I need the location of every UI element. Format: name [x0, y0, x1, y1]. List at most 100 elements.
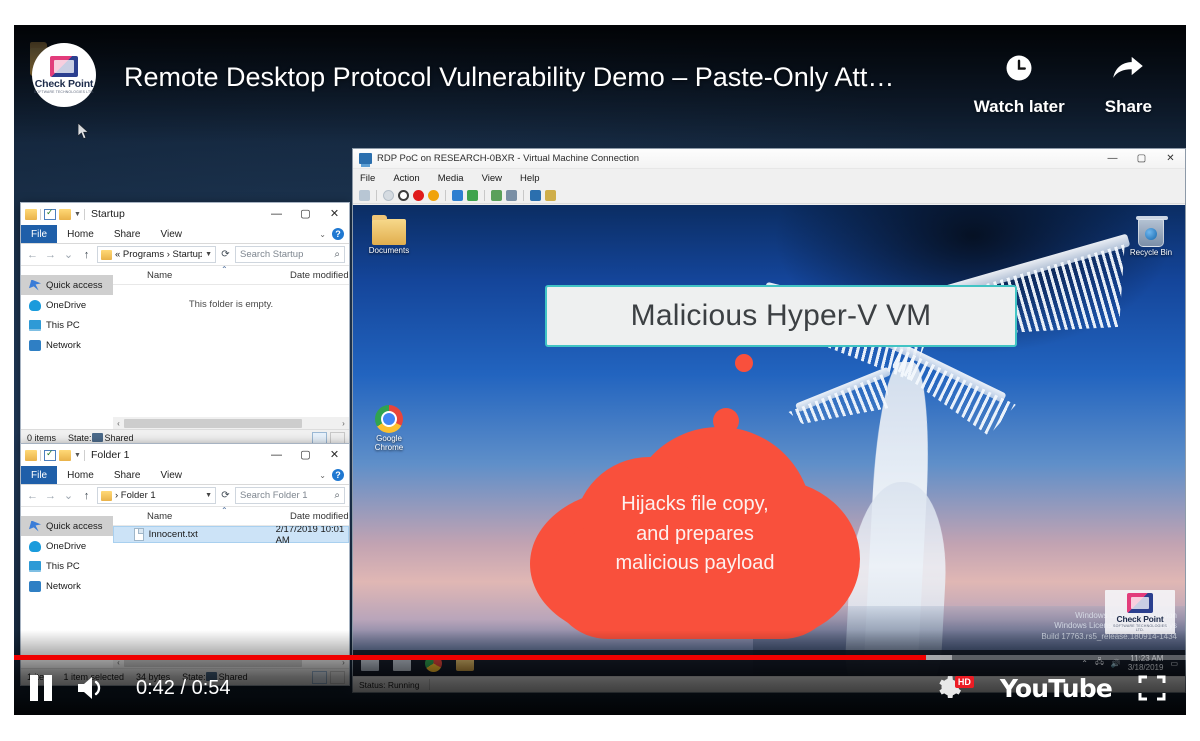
recent-locations-icon[interactable]: ⌄: [61, 489, 76, 502]
minimize-button[interactable]: —: [1098, 149, 1127, 169]
quick-access-toolbar[interactable]: ▼: [25, 207, 85, 220]
minimize-button[interactable]: —: [262, 444, 291, 466]
ribbon-tab-file[interactable]: File: [21, 466, 58, 484]
startup-window-buttons[interactable]: — ▢ ✕: [262, 203, 349, 225]
menu-item-media[interactable]: Media: [438, 173, 473, 184]
scroll-left-icon[interactable]: ‹: [113, 419, 124, 428]
reset-icon[interactable]: [428, 189, 439, 201]
nav-item-network[interactable]: Network: [21, 335, 113, 355]
checkpoint-icon[interactable]: [491, 189, 502, 201]
folder1-ribbon[interactable]: File Home Share View ⌄ ?: [21, 466, 349, 485]
properties-icon[interactable]: [44, 207, 56, 220]
up-icon[interactable]: ↑: [79, 490, 94, 502]
fullscreen-button[interactable]: [1138, 675, 1166, 701]
explorer-window-folder1[interactable]: ▼ Folder 1 — ▢ ✕ File Home Share View: [20, 443, 350, 686]
nav-item-network[interactable]: Network: [21, 576, 113, 596]
help-icon[interactable]: ?: [332, 228, 344, 240]
address-input[interactable]: › Folder 1 ▼: [97, 487, 216, 504]
refresh-icon[interactable]: ⟳: [219, 490, 232, 501]
explorer-window-startup[interactable]: ▼ Startup — ▢ ✕ File Home Share View: [20, 202, 350, 447]
menu-item-help[interactable]: Help: [520, 173, 549, 184]
vm-toolbar[interactable]: [353, 187, 1185, 204]
youtube-logo[interactable]: YouTube: [1000, 674, 1113, 703]
column-header-name[interactable]: Name: [113, 270, 288, 281]
new-folder-icon[interactable]: [59, 449, 71, 461]
column-header-name[interactable]: Name: [113, 511, 288, 522]
search-input[interactable]: Search Folder 1 ⌕: [235, 487, 345, 504]
ribbon-tab-home[interactable]: Home: [57, 466, 104, 484]
desktop-icon-recycle-bin[interactable]: Recycle Bin: [1123, 216, 1179, 258]
maximize-button[interactable]: ▢: [291, 444, 320, 466]
share-button[interactable]: Share: [1105, 53, 1152, 117]
chevron-down-icon[interactable]: ⌄: [319, 230, 326, 239]
channel-avatar[interactable]: Check Point SOFTWARE TECHNOLOGIES LTD.: [32, 43, 96, 107]
youtube-video-player[interactable]: Folder ▼ Startup: [14, 25, 1186, 715]
address-input[interactable]: « Programs › Startup ▼: [97, 246, 216, 263]
folder1-window-buttons[interactable]: — ▢ ✕: [262, 444, 349, 466]
settings-button[interactable]: HD: [936, 675, 974, 701]
ribbon-tab-view[interactable]: View: [151, 466, 193, 484]
ribbon-tab-file[interactable]: File: [21, 225, 58, 243]
startup-titlebar[interactable]: ▼ Startup — ▢ ✕: [21, 203, 349, 225]
column-header-date[interactable]: Date modified: [288, 511, 349, 522]
ribbon-right-controls[interactable]: ⌄ ?: [319, 225, 349, 243]
video-title[interactable]: Remote Desktop Protocol Vulnerability De…: [124, 62, 894, 93]
ribbon-tab-share[interactable]: Share: [104, 466, 151, 484]
column-headers[interactable]: ⌃ Name Date modified: [113, 265, 349, 285]
up-icon[interactable]: ↑: [79, 249, 94, 261]
menu-item-action[interactable]: Action: [393, 173, 428, 184]
maximize-button[interactable]: ▢: [1127, 149, 1156, 169]
desktop-icon-documents[interactable]: Documents: [361, 215, 417, 256]
properties-icon[interactable]: [44, 448, 56, 461]
menu-item-file[interactable]: File: [360, 173, 384, 184]
start-icon[interactable]: [467, 189, 478, 201]
nav-item-onedrive[interactable]: OneDrive: [21, 536, 113, 556]
chevron-down-icon[interactable]: ▼: [74, 452, 81, 459]
folder1-nav-pane[interactable]: Quick access OneDrive This PC Network: [21, 507, 113, 668]
menu-item-view[interactable]: View: [482, 173, 511, 184]
nav-item-this-pc[interactable]: This PC: [21, 556, 113, 576]
minimize-button[interactable]: —: [262, 203, 291, 225]
recent-locations-icon[interactable]: ⌄: [61, 248, 76, 261]
shutdown-icon[interactable]: [398, 189, 409, 201]
pause-button[interactable]: [28, 673, 54, 703]
column-header-date[interactable]: Date modified: [288, 270, 349, 281]
ribbon-tab-share[interactable]: Share: [104, 225, 151, 243]
close-button[interactable]: ✕: [320, 444, 349, 466]
startup-ribbon[interactable]: File Home Share View ⌄ ?: [21, 225, 349, 244]
nav-item-this-pc[interactable]: This PC: [21, 315, 113, 335]
ribbon-tab-view[interactable]: View: [151, 225, 193, 243]
refresh-icon[interactable]: ⟳: [219, 249, 232, 260]
vm-titlebar[interactable]: RDP PoC on RESEARCH-0BXR - Virtual Machi…: [353, 149, 1185, 169]
nav-item-quick-access[interactable]: Quick access: [21, 275, 113, 295]
startup-address-bar[interactable]: ← → ⌄ ↑ « Programs › Startup ▼ ⟳ Search …: [21, 244, 349, 266]
stop-icon[interactable]: [413, 189, 424, 201]
forward-icon[interactable]: →: [43, 490, 58, 502]
folder1-file-list[interactable]: ⌃ Name Date modified Innocent.txt 2/17/2…: [113, 506, 349, 668]
vm-menu-bar[interactable]: File Action Media View Help: [353, 169, 1185, 187]
enhanced-session-icon[interactable]: [530, 189, 541, 201]
folder1-titlebar[interactable]: ▼ Folder 1 — ▢ ✕: [21, 444, 349, 466]
forward-icon[interactable]: →: [43, 249, 58, 261]
ctrl-alt-del-icon[interactable]: [359, 189, 370, 201]
chevron-down-icon[interactable]: ⌄: [319, 471, 326, 480]
folder1-address-bar[interactable]: ← → ⌄ ↑ › Folder 1 ▼ ⟳ Search Folder 1 ⌕: [21, 485, 349, 507]
pause-icon[interactable]: [452, 189, 463, 201]
startup-file-list[interactable]: ⌃ Name Date modified This folder is empt…: [113, 265, 349, 429]
nav-item-onedrive[interactable]: OneDrive: [21, 295, 113, 315]
scrollbar-thumb[interactable]: [124, 418, 302, 428]
maximize-button[interactable]: ▢: [291, 203, 320, 225]
vm-guest-desktop[interactable]: Documents Google Chrome Recycle Bin Mali…: [353, 205, 1185, 676]
column-headers[interactable]: ⌃ Name Date modified: [113, 506, 349, 526]
file-list-item[interactable]: Innocent.txt 2/17/2019 10:01 AM: [113, 524, 349, 546]
horizontal-scrollbar[interactable]: ‹ ›: [113, 417, 349, 429]
back-icon[interactable]: ←: [25, 249, 40, 261]
ribbon-right-controls[interactable]: ⌄ ?: [319, 466, 349, 484]
progress-bar[interactable]: [14, 655, 1186, 660]
quick-access-toolbar[interactable]: ▼: [25, 448, 85, 461]
settings-icon[interactable]: [545, 189, 556, 201]
chevron-down-icon[interactable]: ▼: [74, 211, 81, 218]
startup-nav-pane[interactable]: Quick access OneDrive This PC Network: [21, 266, 113, 429]
hyperv-vm-window[interactable]: RDP PoC on RESEARCH-0BXR - Virtual Machi…: [352, 148, 1186, 693]
close-button[interactable]: ✕: [320, 203, 349, 225]
